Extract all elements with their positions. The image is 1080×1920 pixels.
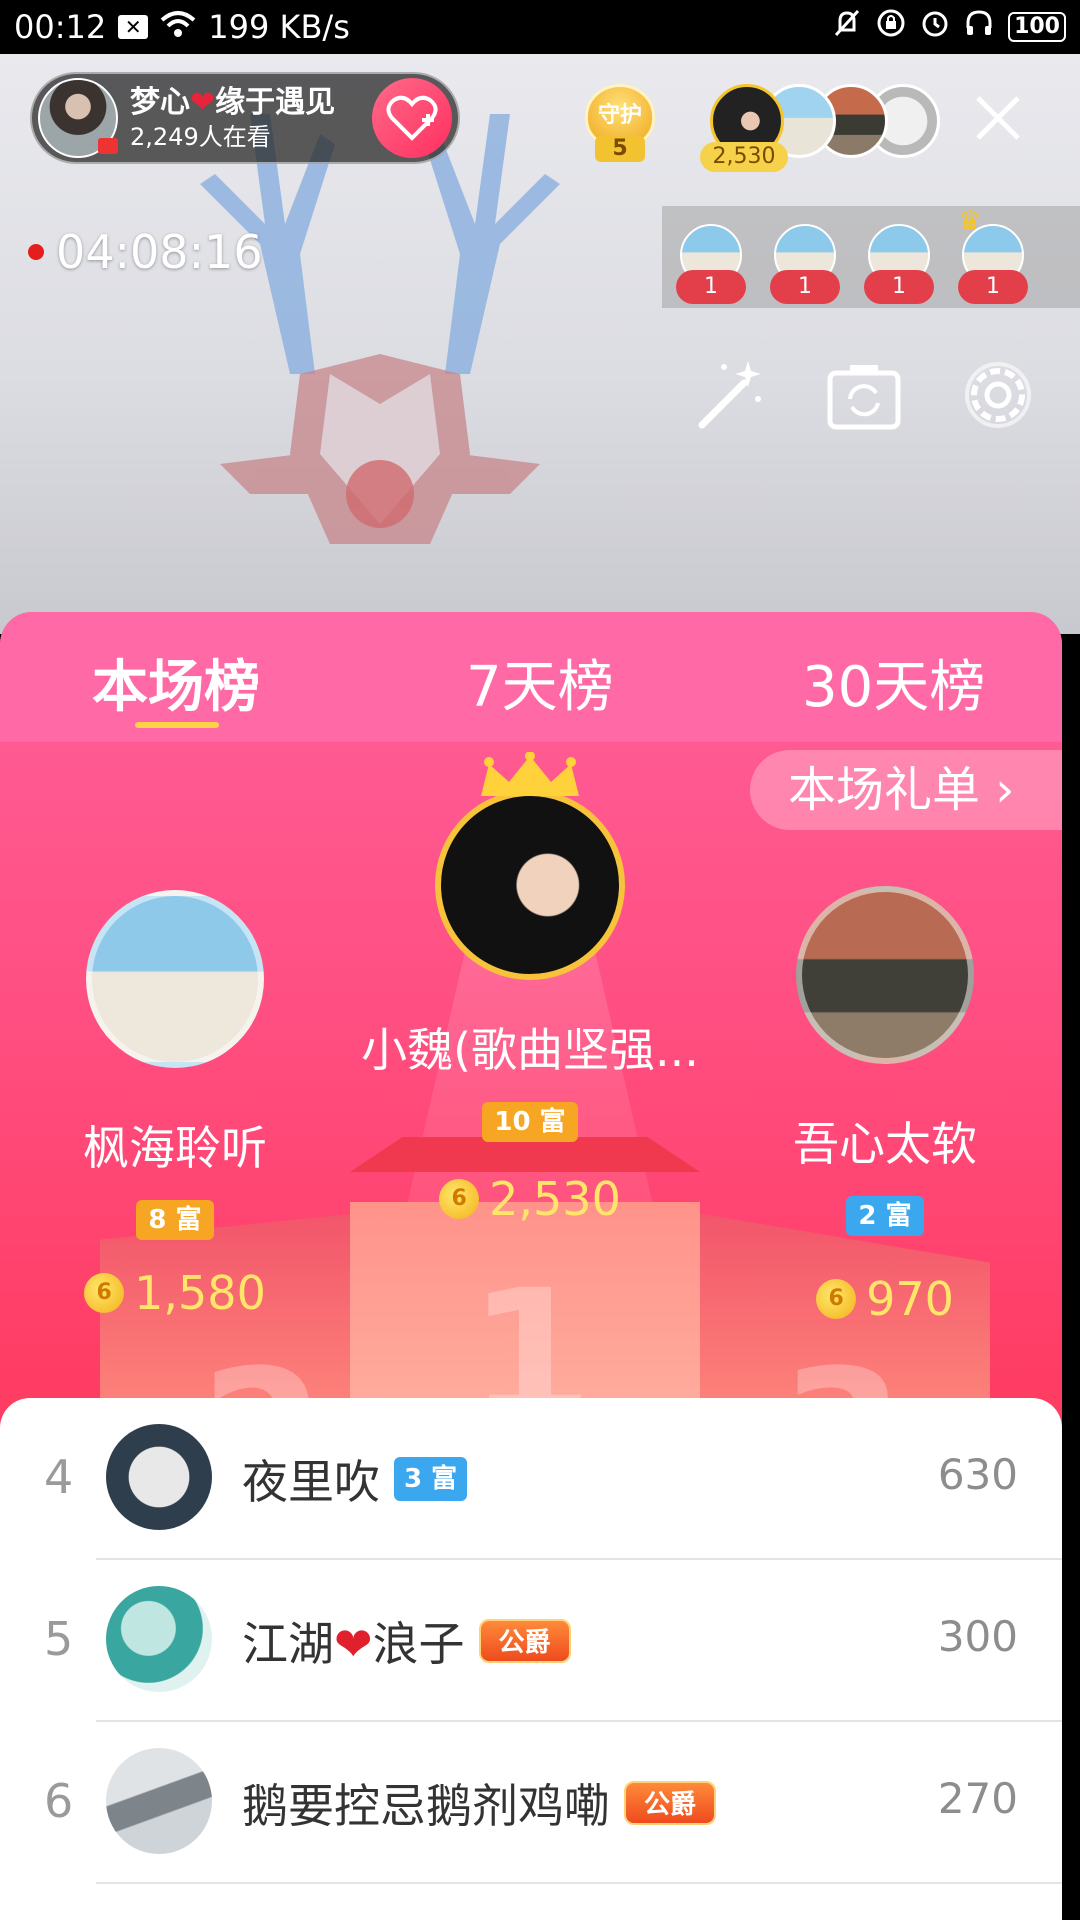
user-name-part2: 浪子 bbox=[372, 1617, 465, 1671]
user-score: 630 bbox=[937, 1450, 1018, 1499]
second-place-coins: 1,580 bbox=[134, 1266, 266, 1320]
guard-badge[interactable]: 守护 5 bbox=[575, 80, 665, 164]
heart-icon: ❤ bbox=[190, 85, 216, 120]
host-name: 梦心❤缘于遇见 bbox=[130, 84, 335, 122]
coin-icon: 6 bbox=[439, 1179, 480, 1219]
gift-list-button[interactable]: 本场礼单 › bbox=[750, 750, 1062, 830]
first-place-name: 小魏(歌曲坚强... bbox=[361, 1023, 699, 1077]
user-name: 鹅要控忌鹅剂鸡嘞 bbox=[242, 1779, 610, 1833]
lock-rotation-icon bbox=[876, 8, 906, 46]
coin-icon: 6 bbox=[816, 1279, 857, 1319]
first-place-card[interactable]: 小魏(歌曲坚强... 10 富 6 2,530 bbox=[340, 752, 720, 1226]
live-timer: 04:08:16 bbox=[28, 225, 263, 279]
magic-wand-icon bbox=[698, 361, 761, 429]
x-box-icon: ✕ bbox=[118, 15, 149, 39]
status-bar: 00:12 ✕ 199 KB/s 100 bbox=[0, 0, 1080, 54]
level-badge: 3 富 bbox=[394, 1457, 468, 1501]
mic-user-badge: 1 bbox=[770, 270, 840, 304]
beauty-button[interactable] bbox=[688, 355, 768, 435]
record-dot-icon bbox=[28, 244, 44, 260]
close-button[interactable] bbox=[970, 90, 1026, 146]
mute-bell-icon bbox=[832, 8, 862, 46]
crown-icon bbox=[481, 752, 579, 796]
timer-text: 04:08:16 bbox=[56, 225, 263, 279]
top-viewers[interactable]: 2,530 bbox=[700, 80, 940, 172]
tab-7-days[interactable]: 7天榜 bbox=[466, 642, 614, 723]
user-score: 270 bbox=[937, 1774, 1018, 1823]
user-avatar[interactable] bbox=[106, 1424, 212, 1530]
host-avatar[interactable] bbox=[38, 78, 118, 158]
user-score: 300 bbox=[937, 1612, 1018, 1661]
net-speed: 199 KB/s bbox=[208, 8, 350, 46]
first-place-avatar[interactable] bbox=[435, 790, 625, 980]
duke-badge: 公爵 bbox=[624, 1781, 717, 1825]
first-place-coins: 2,530 bbox=[489, 1172, 621, 1226]
second-place-avatar[interactable] bbox=[86, 890, 264, 1068]
follow-button[interactable] bbox=[372, 78, 452, 158]
battery-level: 100 bbox=[1008, 12, 1066, 42]
flag-icon bbox=[98, 138, 118, 154]
second-place-name: 枫海聆听 bbox=[83, 1121, 267, 1175]
gear-icon bbox=[965, 362, 1031, 428]
user-avatar[interactable] bbox=[106, 1586, 212, 1692]
tab-current-show[interactable]: 本场榜 bbox=[92, 642, 260, 723]
top-viewer-score: 2,530 bbox=[700, 142, 788, 172]
rank-number: 5 bbox=[44, 1612, 74, 1666]
status-time: 00:12 bbox=[14, 8, 107, 46]
rank-number: 6 bbox=[44, 1774, 74, 1828]
third-place-name: 吾心太软 bbox=[793, 1117, 977, 1171]
mic-user-badge: 1 bbox=[676, 270, 746, 304]
third-place-level-badge: 2 富 bbox=[846, 1196, 924, 1236]
mic-user-badge: 1 bbox=[864, 270, 934, 304]
third-place-avatar[interactable] bbox=[796, 886, 974, 1064]
first-place-level-badge: 10 富 bbox=[482, 1102, 578, 1142]
guard-count: 5 bbox=[595, 136, 645, 162]
divider bbox=[96, 1882, 1062, 1884]
user-name: 夜里吹 bbox=[242, 1455, 380, 1509]
close-icon bbox=[976, 96, 1020, 140]
list-item[interactable]: 5 江湖❤浪子 公爵 300 bbox=[0, 1560, 1062, 1722]
heart-plus-icon bbox=[386, 95, 438, 141]
mic-user-badge: 1 bbox=[958, 270, 1028, 304]
wifi-icon bbox=[160, 8, 196, 46]
mic-link-strip: 1 1 1 1 ♛ bbox=[662, 206, 1080, 308]
switch-camera-button[interactable] bbox=[824, 355, 904, 435]
coin-icon: 6 bbox=[84, 1273, 125, 1313]
third-place-card[interactable]: 吾心太软 2 富 6 970 bbox=[760, 886, 1010, 1326]
ranking-tabs: 本场榜 7天榜 30天榜 bbox=[0, 612, 1062, 742]
host-name-part1: 梦心 bbox=[130, 85, 190, 120]
viewer-count: 2,249人在看 bbox=[130, 123, 271, 151]
duke-badge: 公爵 bbox=[478, 1619, 571, 1663]
second-place-level-badge: 8 富 bbox=[136, 1200, 214, 1240]
host-name-part2: 缘于遇见 bbox=[215, 85, 336, 120]
user-avatar[interactable] bbox=[106, 1748, 212, 1854]
active-tab-indicator bbox=[135, 722, 219, 728]
ranking-list: 4 夜里吹 3 富 630 5 江湖❤浪子 公爵 300 6 鹅要控忌鹅剂鸡嘞 … bbox=[0, 1398, 1062, 1920]
settings-button[interactable] bbox=[958, 355, 1038, 435]
crown-icon: ♛ bbox=[958, 206, 982, 236]
list-item[interactable]: 6 鹅要控忌鹅剂鸡嘞 公爵 270 bbox=[0, 1722, 1062, 1884]
list-item[interactable]: 4 夜里吹 3 富 630 bbox=[0, 1398, 1062, 1560]
headphones-icon bbox=[964, 8, 994, 46]
host-info-pill[interactable]: 梦心❤缘于遇见 2,249人在看 bbox=[30, 72, 460, 164]
tab-30-days[interactable]: 30天榜 bbox=[802, 642, 985, 723]
user-name: 江湖❤浪子 bbox=[242, 1608, 465, 1674]
second-place-card[interactable]: 枫海聆听 8 富 6 1,580 bbox=[50, 890, 300, 1320]
heart-icon: ❤ bbox=[334, 1617, 373, 1671]
rank-number: 4 bbox=[44, 1450, 74, 1504]
third-place-coins: 970 bbox=[866, 1272, 954, 1326]
user-name-part1: 江湖 bbox=[242, 1617, 334, 1671]
camera-switch-icon bbox=[827, 365, 901, 430]
alarm-icon bbox=[920, 8, 950, 46]
